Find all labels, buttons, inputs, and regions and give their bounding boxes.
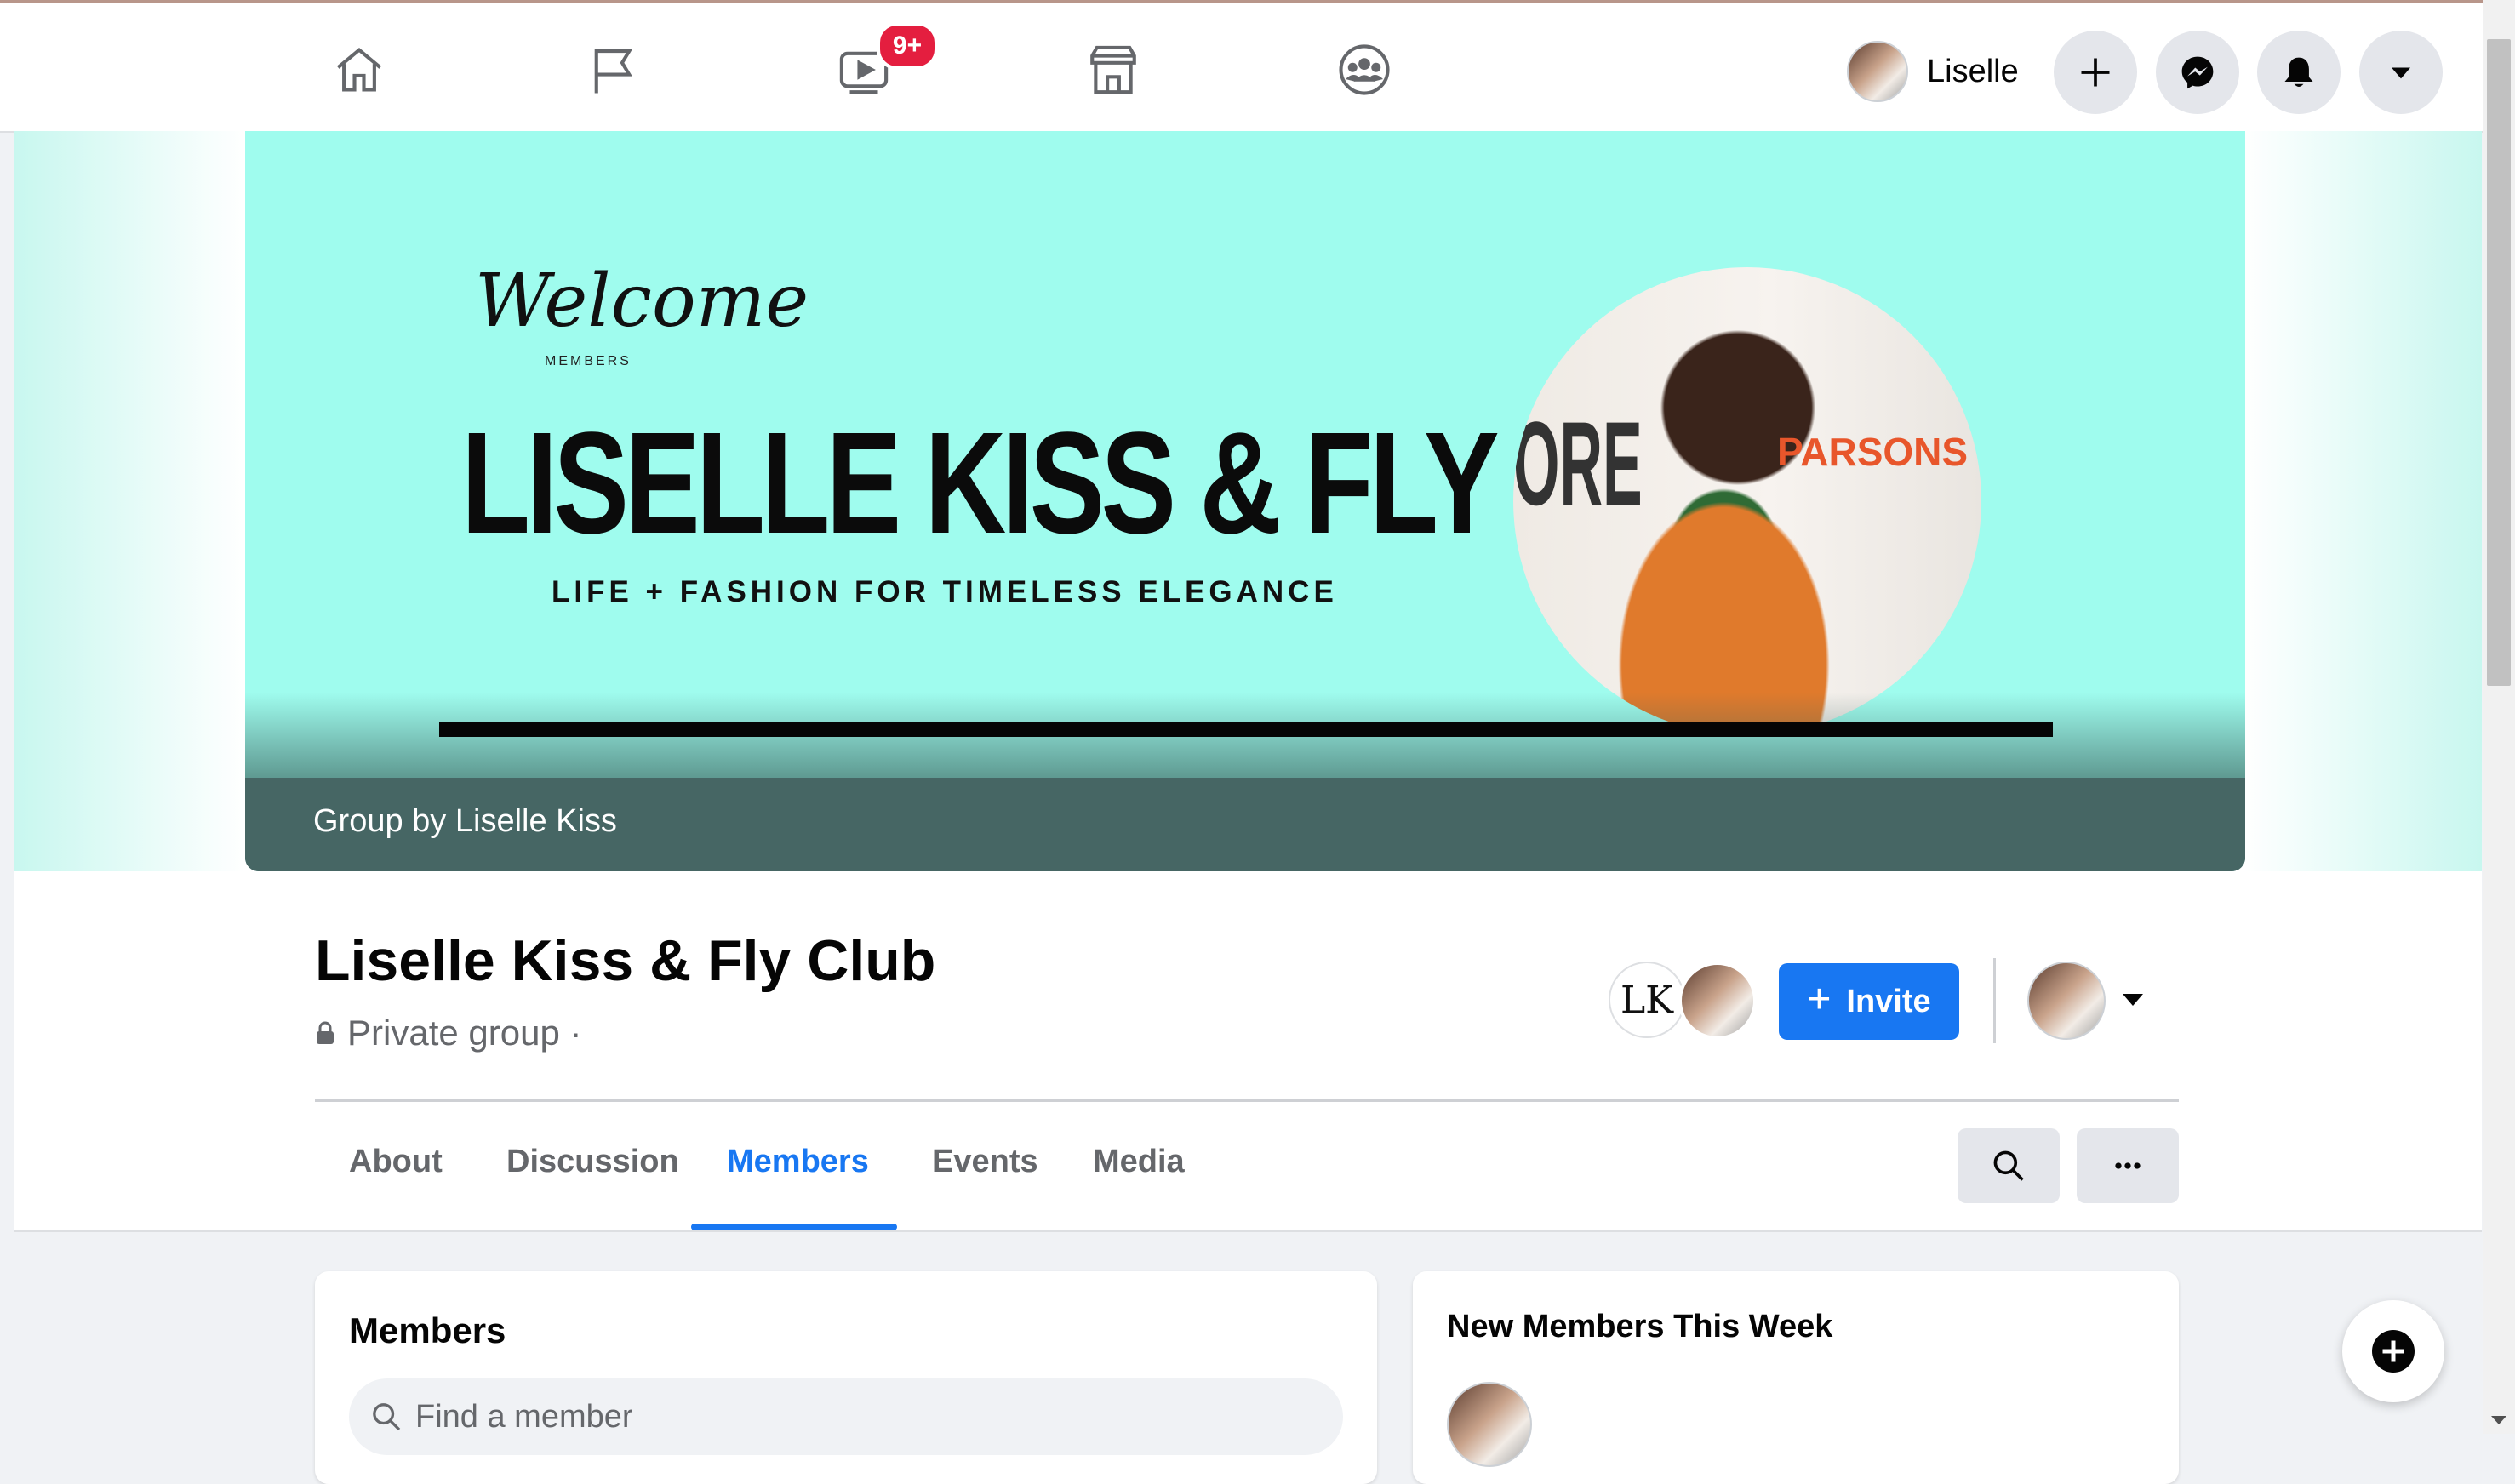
avatar: [1847, 41, 1908, 102]
cover-portrait-photo: ORE PARSONS: [1513, 267, 1981, 735]
compose-plus-icon: [2372, 1330, 2415, 1373]
more-dots-icon: [2115, 1162, 2141, 1169]
cover-welcome-text: Welcome: [475, 259, 809, 344]
new-members-card: New Members This Week: [1413, 1271, 2179, 1484]
notifications-button[interactable]: [2257, 31, 2341, 114]
search-icon: [373, 1403, 401, 1431]
post-as-avatar[interactable]: [2027, 962, 2106, 1040]
tab-discussion[interactable]: Discussion: [506, 1144, 679, 1180]
account-menu-button[interactable]: [2359, 31, 2443, 114]
header-action-divider: [1993, 958, 1996, 1043]
lock-icon: [317, 1021, 334, 1044]
create-button[interactable]: [2054, 31, 2137, 114]
group-privacy-text: Private group ·: [347, 1013, 582, 1053]
scrollbar-thumb[interactable]: [2487, 39, 2511, 686]
account-menu-caret-icon: [2392, 67, 2410, 79]
header-bottom-border: [14, 1230, 2482, 1232]
invite-label: Invite: [1846, 983, 1931, 1019]
group-name[interactable]: Liselle Kiss & Fly Club: [315, 928, 935, 994]
groups-icon[interactable]: [1330, 36, 1398, 104]
more-options-button[interactable]: [2077, 1128, 2179, 1203]
members-card: Members Find a member: [315, 1271, 1377, 1484]
group-privacy: Private group ·: [315, 1013, 581, 1053]
cover-tagline: LIFE + FASHION FOR TIMELESS ELEGANCE: [552, 575, 1338, 608]
group-owner-link[interactable]: Group by Liselle Kiss: [313, 803, 617, 840]
profile-name: Liselle: [1927, 53, 2019, 89]
group-logo-avatar[interactable]: LK: [1609, 962, 1685, 1038]
top-navigation-bar: 9+ Liselle: [0, 3, 2483, 133]
chevron-down-icon[interactable]: [2123, 994, 2143, 1006]
watch-notification-badge: 9+: [877, 22, 938, 70]
tab-events[interactable]: Events: [932, 1144, 1038, 1180]
group-search-button[interactable]: [1958, 1128, 2060, 1203]
home-icon[interactable]: [325, 36, 393, 104]
invite-button[interactable]: + Invite: [1779, 963, 1959, 1040]
marketplace-icon[interactable]: [1079, 36, 1147, 104]
find-member-placeholder: Find a member: [415, 1398, 633, 1435]
active-tab-indicator: [691, 1224, 897, 1230]
notifications-bell-icon: [2284, 57, 2313, 87]
cover-members-text: MEMBERS: [545, 354, 632, 368]
messenger-button[interactable]: [2156, 31, 2239, 114]
tab-about[interactable]: About: [349, 1144, 443, 1180]
new-message-button[interactable]: [2342, 1300, 2444, 1402]
cover-photo[interactable]: Welcome MEMBERS LISELLE KISS & FLY CLUB …: [245, 131, 2245, 871]
plus-icon: +: [1807, 976, 1832, 1022]
portrait-backdrop-text-left: ORE: [1513, 397, 1643, 530]
create-plus-icon: [2081, 58, 2110, 87]
pages-flag-icon[interactable]: [579, 36, 647, 104]
find-member-input[interactable]: Find a member: [349, 1378, 1343, 1455]
tab-media[interactable]: Media: [1093, 1144, 1185, 1180]
messenger-icon: [2181, 56, 2214, 89]
header-divider: [315, 1099, 2179, 1102]
cover-black-bar: [439, 722, 2053, 737]
cover-side-gradient-right: [2243, 131, 2482, 871]
members-card-title: Members: [349, 1310, 506, 1350]
profile-shortcut[interactable]: Liselle: [1847, 37, 2019, 106]
cover-side-gradient-left: [14, 131, 245, 871]
member-avatar[interactable]: [1678, 962, 1757, 1040]
new-members-title: New Members This Week: [1447, 1309, 1833, 1344]
portrait-backdrop-text-right: PARSONS: [1777, 430, 1969, 474]
scroll-down-arrow-icon[interactable]: [2491, 1416, 2506, 1424]
tab-members[interactable]: Members: [727, 1144, 869, 1180]
new-member-avatar[interactable]: [1447, 1382, 1532, 1467]
search-icon: [1993, 1150, 2024, 1181]
